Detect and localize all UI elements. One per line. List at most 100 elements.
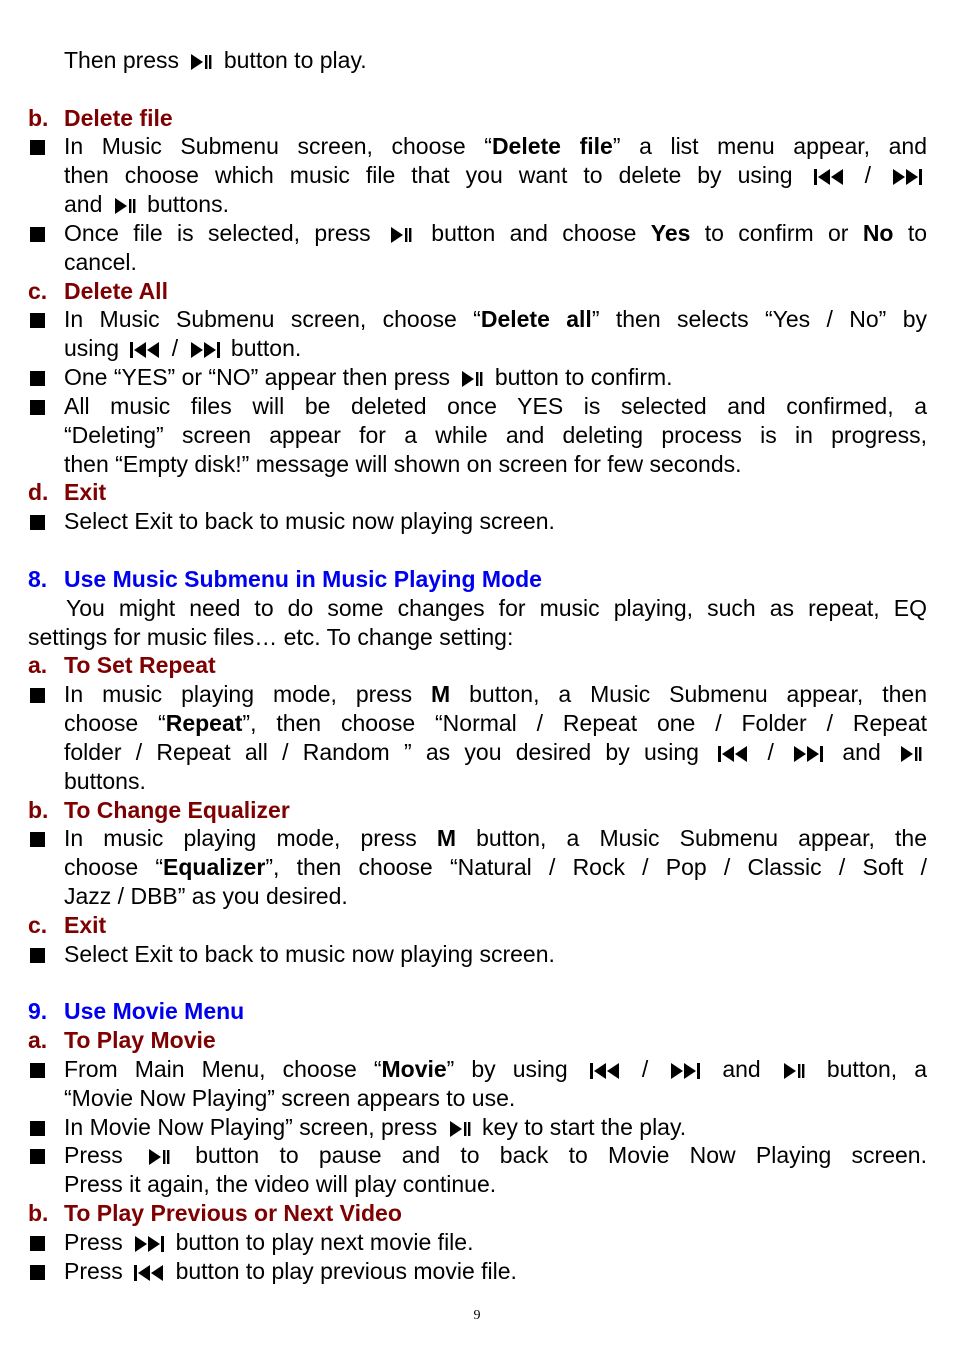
text-segment: /: [848, 162, 888, 189]
text-segment: From Main Menu, choose “: [64, 1055, 382, 1082]
text-line: Press it again, the video will play cont…: [0, 1170, 954, 1199]
text-segment: button, a Music Submenu appear, the: [456, 825, 927, 852]
text-segment: button.: [224, 335, 302, 362]
text-segment: You might need to do some changes for mu…: [66, 594, 927, 621]
line-text: All music files will be deleted once YES…: [64, 392, 927, 421]
text-line: choose “Repeat”, then choose “Normal / R…: [0, 709, 954, 738]
next-icon: [189, 337, 221, 366]
bullet-item: Once file is selected, press button and …: [0, 219, 954, 248]
text-line: and buttons.: [0, 190, 954, 219]
line-text: You might need to do some changes for mu…: [66, 594, 927, 623]
bold-term: M: [436, 825, 456, 852]
bold-term: Repeat: [165, 710, 243, 737]
bullet-item: One “YES” or “NO” appear then press butt…: [0, 363, 954, 392]
bullet-item: In Music Submenu screen, choose “Delete …: [0, 305, 954, 334]
section-heading: c. Exit: [0, 911, 954, 940]
text-line: settings for music files… etc. To change…: [0, 623, 954, 652]
text-segment: Select Exit to back to music now playing…: [64, 940, 555, 967]
text-line: choose “Equalizer”, then choose “Natural…: [0, 853, 954, 882]
heading-label: c.: [28, 277, 48, 304]
square-bullet-icon: [30, 140, 45, 156]
play-pause-icon: [389, 222, 413, 248]
line-text: buttons.: [64, 767, 927, 796]
line-text: In Music Submenu screen, choose “Delete …: [64, 132, 927, 161]
previous-icon: [133, 1260, 165, 1289]
line-text: then “Empty disk!” message will shown on…: [64, 450, 927, 479]
play-pause-icon: [448, 1116, 472, 1145]
line-text: using / button.: [64, 334, 927, 366]
line-text: Jazz / DBB” as you desired.: [64, 882, 927, 911]
text-line: “Deleting” screen appear for a while and…: [0, 421, 954, 450]
text-segment: Delete file: [64, 104, 173, 131]
text-line: then “Empty disk!” message will shown on…: [0, 450, 954, 479]
line-text: folder / Repeat all / Random ” as you de…: [64, 738, 927, 767]
text-segment: ” then selects “Yes / No” by: [591, 306, 927, 333]
section-heading: 8. Use Music Submenu in Music Playing Mod…: [0, 565, 954, 594]
text-segment: Then press: [64, 47, 186, 73]
text-segment: buttons.: [64, 767, 146, 794]
text-segment: Press it again, the video will play cont…: [64, 1171, 497, 1198]
line-text: Delete file: [64, 104, 927, 133]
text-segment: button to play next movie file.: [169, 1228, 474, 1255]
square-bullet-icon: [30, 832, 45, 848]
line-text: Delete All: [64, 277, 927, 306]
bullet-item: Press button to play previous movie file…: [0, 1257, 954, 1286]
section-heading: b. To Change Equalizer: [0, 796, 954, 825]
text-segment: to confirm or: [690, 219, 863, 246]
play-pause-icon: [113, 193, 137, 222]
bullet-item: Press button to pause and to back to Mov…: [0, 1141, 954, 1170]
line-text: “Deleting” screen appear for a while and…: [64, 421, 927, 450]
text-segment: Delete All: [64, 277, 168, 304]
next-icon: [891, 164, 923, 190]
line-text: Exit: [64, 478, 927, 507]
square-bullet-icon: [30, 515, 45, 531]
line-text: Press button to play previous movie file…: [64, 1257, 927, 1289]
line-text: Press it again, the video will play cont…: [64, 1170, 927, 1199]
text-segment: and: [828, 738, 896, 765]
square-bullet-icon: [30, 947, 45, 963]
text-segment: To Change Equalizer: [64, 796, 290, 823]
text-segment: button to play previous movie file.: [169, 1257, 517, 1284]
line-text: settings for music files… etc. To change…: [28, 623, 927, 652]
text-segment: “Deleting” screen appear for a while and…: [64, 421, 927, 448]
text-segment: /: [165, 335, 185, 362]
line-text: In music playing mode, press M button, a…: [64, 680, 927, 709]
line-text: Use Movie Menu: [64, 997, 927, 1026]
square-bullet-icon: [30, 688, 45, 704]
text-segment: In Music Submenu screen, choose “: [64, 133, 492, 160]
text-segment: then “Empty disk!” message will shown on…: [64, 450, 742, 477]
next-icon: [133, 1231, 165, 1260]
bold-term: Delete file: [491, 133, 613, 160]
heading-label: d.: [28, 479, 49, 506]
line-text: From Main Menu, choose “Movie” by using …: [64, 1055, 927, 1084]
bullet-item: From Main Menu, choose “Movie” by using …: [0, 1055, 954, 1084]
text-segment: Once file is selected, press: [64, 219, 385, 246]
section-heading: c. Delete All: [0, 277, 954, 306]
square-bullet-icon: [30, 399, 45, 415]
bullet-item: In Music Submenu screen, choose “Delete …: [0, 132, 954, 161]
section-heading: 9. Use Movie Menu: [0, 997, 954, 1026]
text-line: then choose which music file that you wa…: [0, 161, 954, 190]
line-text: In Music Submenu screen, choose “Delete …: [64, 305, 927, 334]
text-segment: Jazz / DBB” as you desired.: [64, 883, 348, 910]
previous-icon: [717, 741, 749, 767]
line-text: To Change Equalizer: [64, 796, 927, 825]
text-segment: “Movie Now Playing” screen appears to us…: [64, 1084, 516, 1111]
text-line: cancel.: [0, 248, 954, 277]
text-segment: ” by using: [446, 1055, 585, 1082]
play-pause-icon: [460, 366, 484, 395]
text-segment: Press: [64, 1228, 130, 1255]
section-heading: b. To Play Previous or Next Video: [0, 1199, 954, 1228]
square-bullet-icon: [30, 226, 45, 242]
text-segment: and: [705, 1055, 778, 1082]
text-segment: In Movie Now Playing” screen, press: [64, 1113, 444, 1140]
text-segment: In music playing mode, press: [64, 681, 432, 708]
text-segment: key to start the play.: [475, 1113, 687, 1140]
text-segment: Exit: [64, 479, 107, 506]
heading-label: a.: [28, 1027, 48, 1054]
text-segment: button to play.: [217, 47, 367, 73]
text-line: “Movie Now Playing” screen appears to us…: [0, 1084, 954, 1113]
